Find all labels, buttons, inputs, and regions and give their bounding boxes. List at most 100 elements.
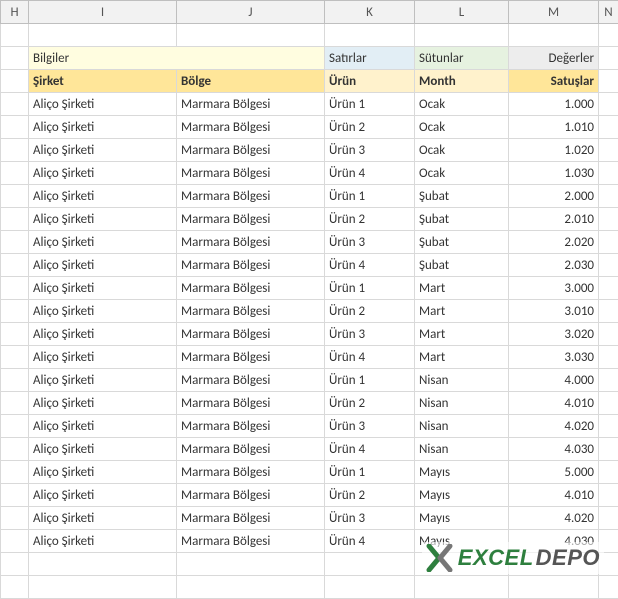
header-row[interactable]: Şirket Bölge Ürün Month Satuşlar: [1, 70, 618, 93]
cell-bolge[interactable]: Marmara Bölgesi: [177, 116, 325, 139]
cell-bolge[interactable]: Marmara Bölgesi: [177, 139, 325, 162]
col-header-j[interactable]: J: [177, 1, 325, 24]
cell[interactable]: [1, 369, 29, 392]
cell-satuslar[interactable]: 3.010: [509, 300, 599, 323]
blank-row[interactable]: [1, 24, 618, 47]
cell[interactable]: [1, 346, 29, 369]
cell[interactable]: [599, 438, 618, 461]
col-header-n[interactable]: N: [599, 1, 618, 24]
cell[interactable]: [599, 185, 618, 208]
cell[interactable]: [29, 576, 177, 599]
cell-sirket[interactable]: Aliço Şirketi: [29, 392, 177, 415]
cell-satuslar[interactable]: 5.000: [509, 461, 599, 484]
cell-urun[interactable]: Ürün 3: [325, 415, 415, 438]
cell[interactable]: [325, 576, 415, 599]
cell-sirket[interactable]: Aliço Şirketi: [29, 231, 177, 254]
cell[interactable]: [1, 185, 29, 208]
cell-satuslar[interactable]: 4.030: [509, 438, 599, 461]
cell-sirket[interactable]: Aliço Şirketi: [29, 116, 177, 139]
header-month[interactable]: Month: [415, 70, 509, 93]
col-header-h[interactable]: H: [1, 1, 29, 24]
cell-urun[interactable]: Ürün 1: [325, 93, 415, 116]
cell[interactable]: [1, 254, 29, 277]
cell[interactable]: [599, 47, 618, 70]
cell-satuslar[interactable]: 2.020: [509, 231, 599, 254]
cell-urun[interactable]: Ürün 4: [325, 438, 415, 461]
cell-sirket[interactable]: Aliço Şirketi: [29, 369, 177, 392]
cell[interactable]: [325, 24, 415, 47]
section-sutunlar[interactable]: Sütunlar: [415, 47, 509, 70]
cell-sirket[interactable]: Aliço Şirketi: [29, 346, 177, 369]
table-row[interactable]: Aliço ŞirketiMarmara BölgesiÜrün 2Nisan4…: [1, 392, 618, 415]
cell[interactable]: [1, 47, 29, 70]
table-row[interactable]: Aliço ŞirketiMarmara BölgesiÜrün 1Mayıs5…: [1, 461, 618, 484]
cell-month[interactable]: Şubat: [415, 231, 509, 254]
cell-bolge[interactable]: Marmara Bölgesi: [177, 162, 325, 185]
cell[interactable]: [1, 93, 29, 116]
cell[interactable]: [177, 553, 325, 576]
cell-sirket[interactable]: Aliço Şirketi: [29, 323, 177, 346]
cell-sirket[interactable]: Aliço Şirketi: [29, 277, 177, 300]
col-header-i[interactable]: I: [29, 1, 177, 24]
cell-bolge[interactable]: Marmara Bölgesi: [177, 438, 325, 461]
cell-month[interactable]: Mart: [415, 277, 509, 300]
cell[interactable]: [29, 24, 177, 47]
cell[interactable]: [1, 438, 29, 461]
cell[interactable]: [1, 24, 29, 47]
cell[interactable]: [1, 323, 29, 346]
cell[interactable]: [1, 461, 29, 484]
cell-satuslar[interactable]: 1.020: [509, 139, 599, 162]
cell-satuslar[interactable]: 1.010: [509, 116, 599, 139]
cell[interactable]: [1, 116, 29, 139]
cell-sirket[interactable]: Aliço Şirketi: [29, 208, 177, 231]
cell[interactable]: [599, 162, 618, 185]
cell[interactable]: [599, 346, 618, 369]
cell-month[interactable]: Mayıs: [415, 484, 509, 507]
cell-bolge[interactable]: Marmara Bölgesi: [177, 185, 325, 208]
cell-urun[interactable]: Ürün 2: [325, 116, 415, 139]
cell-urun[interactable]: Ürün 2: [325, 392, 415, 415]
cell-urun[interactable]: Ürün 3: [325, 139, 415, 162]
cell-satuslar[interactable]: 2.030: [509, 254, 599, 277]
header-sirket[interactable]: Şirket: [29, 70, 177, 93]
col-header-l[interactable]: L: [415, 1, 509, 24]
cell-urun[interactable]: Ürün 2: [325, 208, 415, 231]
cell-bolge[interactable]: Marmara Bölgesi: [177, 369, 325, 392]
table-row[interactable]: Aliço ŞirketiMarmara BölgesiÜrün 1Ocak1.…: [1, 93, 618, 116]
table-row[interactable]: Aliço ŞirketiMarmara BölgesiÜrün 1Şubat2…: [1, 185, 618, 208]
cell-satuslar[interactable]: 2.010: [509, 208, 599, 231]
cell[interactable]: [325, 553, 415, 576]
cell-month[interactable]: Nisan: [415, 369, 509, 392]
table-row[interactable]: Aliço ŞirketiMarmara BölgesiÜrün 2Ocak1.…: [1, 116, 618, 139]
cell-bolge[interactable]: Marmara Bölgesi: [177, 346, 325, 369]
cell-month[interactable]: Ocak: [415, 139, 509, 162]
header-satuslar[interactable]: Satuşlar: [509, 70, 599, 93]
cell-month[interactable]: Mart: [415, 300, 509, 323]
cell-sirket[interactable]: Aliço Şirketi: [29, 461, 177, 484]
table-row[interactable]: Aliço ŞirketiMarmara BölgesiÜrün 3Şubat2…: [1, 231, 618, 254]
table-row[interactable]: Aliço ŞirketiMarmara BölgesiÜrün 3Mart3.…: [1, 323, 618, 346]
cell-month[interactable]: Nisan: [415, 392, 509, 415]
cell-urun[interactable]: Ürün 1: [325, 185, 415, 208]
cell-bolge[interactable]: Marmara Bölgesi: [177, 254, 325, 277]
cell[interactable]: [1, 415, 29, 438]
cell[interactable]: [509, 576, 599, 599]
cell-satuslar[interactable]: 4.010: [509, 392, 599, 415]
cell[interactable]: [29, 553, 177, 576]
cell[interactable]: [1, 576, 29, 599]
spreadsheet-grid[interactable]: H I J K L M N Bilgiler Satırlar Sütunlar…: [0, 0, 618, 599]
col-header-k[interactable]: K: [325, 1, 415, 24]
cell[interactable]: [1, 300, 29, 323]
cell-sirket[interactable]: Aliço Şirketi: [29, 162, 177, 185]
cell-sirket[interactable]: Aliço Şirketi: [29, 300, 177, 323]
cell-urun[interactable]: Ürün 4: [325, 162, 415, 185]
header-urun[interactable]: Ürün: [325, 70, 415, 93]
cell-sirket[interactable]: Aliço Şirketi: [29, 139, 177, 162]
cell-bolge[interactable]: Marmara Bölgesi: [177, 277, 325, 300]
cell-month[interactable]: Nisan: [415, 438, 509, 461]
cell-satuslar[interactable]: 4.010: [509, 484, 599, 507]
cell-bolge[interactable]: Marmara Bölgesi: [177, 231, 325, 254]
column-header-row[interactable]: H I J K L M N: [1, 1, 618, 24]
cell-sirket[interactable]: Aliço Şirketi: [29, 484, 177, 507]
cell-month[interactable]: Mayıs: [415, 507, 509, 530]
